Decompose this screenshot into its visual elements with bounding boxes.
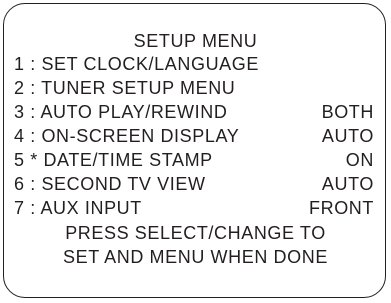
menu-item-number: 2 <box>14 78 25 98</box>
menu-item-separator: : <box>30 54 36 74</box>
menu-item-value: FRONT <box>309 198 374 218</box>
menu-item-separator: : <box>30 126 36 146</box>
menu-item-separator: : <box>30 102 36 122</box>
menu-item-second-tv-view[interactable]: 6 : SECOND TV VIEW AUTO <box>14 172 374 196</box>
menu-item-number: 4 <box>14 126 25 146</box>
menu-item-separator: : <box>30 78 36 98</box>
menu-item-number: 6 <box>14 174 25 194</box>
menu-item-value: AUTO <box>321 126 374 146</box>
menu-item-date-time-stamp[interactable]: 5 * DATE/TIME STAMP ON <box>14 148 374 172</box>
menu-item-set-clock[interactable]: 1 : SET CLOCK/LANGUAGE <box>14 52 374 76</box>
menu-item-label: TUNER SETUP MENU <box>41 78 236 98</box>
menu-item-value: BOTH <box>321 102 374 122</box>
menu-item-label: SET CLOCK/LANGUAGE <box>41 54 259 74</box>
menu-item-value: ON <box>345 150 374 170</box>
menu-item-label: SECOND TV VIEW <box>41 174 206 194</box>
footer-instruction-line-1: PRESS SELECT/CHANGE TO <box>65 223 326 243</box>
menu-item-label: DATE/TIME STAMP <box>43 150 213 170</box>
menu-item-value: AUTO <box>321 174 374 194</box>
menu-item-cursor-marker: * <box>30 150 38 170</box>
menu-item-number: 5 <box>14 150 25 170</box>
menu-item-aux-input[interactable]: 7 : AUX INPUT FRONT <box>14 196 374 220</box>
menu-title: SETUP MENU <box>133 31 258 51</box>
menu-item-number: 3 <box>14 102 25 122</box>
menu-item-label: ON-SCREEN DISPLAY <box>41 126 240 146</box>
menu-item-on-screen-display[interactable]: 4 : ON-SCREEN DISPLAY AUTO <box>14 124 374 148</box>
menu-item-number: 7 <box>14 198 25 218</box>
menu-item-auto-play-rewind[interactable]: 3 : AUTO PLAY/REWIND BOTH <box>14 100 374 124</box>
menu-item-separator: : <box>30 198 36 218</box>
menu-item-tuner-setup[interactable]: 2 : TUNER SETUP MENU <box>14 76 374 100</box>
menu-item-label: AUTO PLAY/REWIND <box>40 102 228 122</box>
footer-instruction-line-2: SET AND MENU WHEN DONE <box>63 247 328 267</box>
menu-item-label: AUX INPUT <box>40 198 142 218</box>
menu-item-separator: : <box>30 174 36 194</box>
menu-item-number: 1 <box>14 54 25 74</box>
